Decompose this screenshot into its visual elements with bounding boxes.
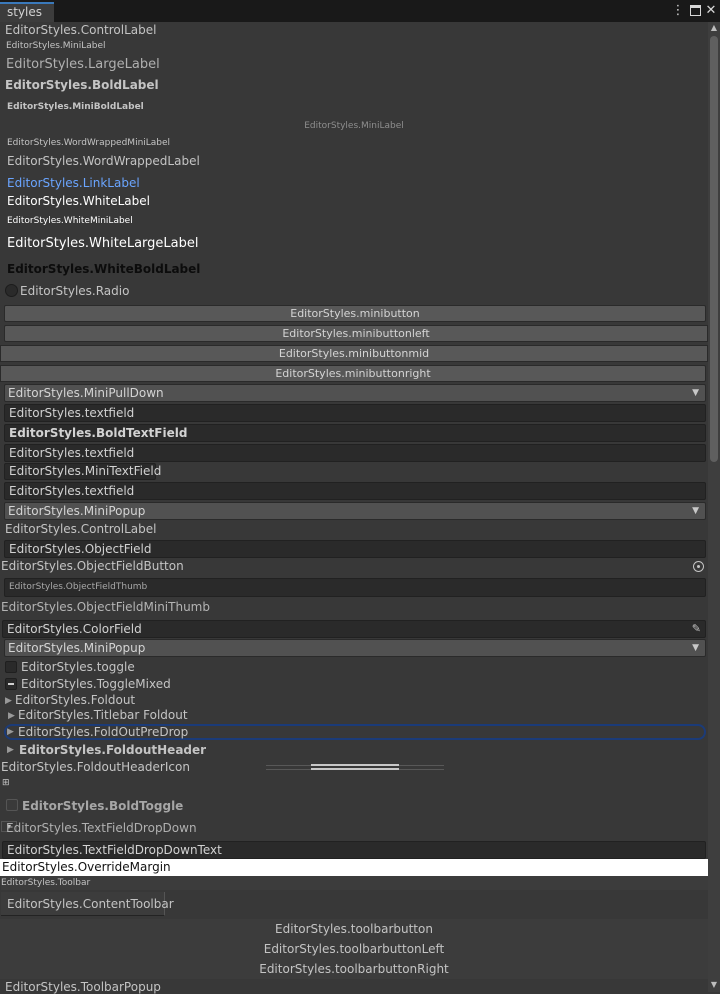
scroll-down-icon[interactable]: ▼ [708,980,720,989]
link-label[interactable]: EditorStyles.LinkLabel [7,176,140,190]
object-field-mini-thumb[interactable]: EditorStyles.ObjectFieldMiniThumb [1,600,210,614]
centered-mini-label: EditorStyles.MiniLabel [304,121,404,131]
foldout-header-label[interactable]: EditorStyles.FoldoutHeader [19,743,206,757]
mini-popup[interactable]: EditorStyles.MiniPopup ▼ [4,502,706,520]
control-label: EditorStyles.ControlLabel [5,522,157,536]
vertical-scrollbar[interactable]: ▲ ▼ [708,22,720,992]
mini-pulldown[interactable]: EditorStyles.MiniPullDown ▼ [4,384,706,402]
toolbar-button-left[interactable]: EditorStyles.toolbarbuttonLeft [0,939,708,959]
eyedropper-icon[interactable]: ✎ [692,621,701,637]
color-field-label: EditorStyles.ColorField [7,622,142,636]
tab-styles[interactable]: styles [0,2,54,22]
mini-label: EditorStyles.MiniLabel [6,41,106,51]
scrollbar-thumb[interactable] [710,36,718,462]
foldout-header-icon-label: EditorStyles.FoldoutHeaderIcon [1,760,190,774]
mini-pulldown-label: EditorStyles.MiniPullDown [8,386,164,400]
word-wrapped-label: EditorStyles.WordWrappedLabel [7,154,200,168]
maximize-icon[interactable] [688,3,702,19]
control-label: EditorStyles.ControlLabel [5,23,157,37]
bold-label: EditorStyles.BoldLabel [5,78,159,92]
object-field-thumb[interactable]: EditorStyles.ObjectFieldThumb [4,578,706,597]
minibutton[interactable]: EditorStyles.minibutton [4,305,706,322]
toolbar: EditorStyles.Toolbar [1,876,709,890]
textfield-dropdown-label[interactable]: EditorStyles.TextFieldDropDown [6,821,197,835]
kebab-menu-icon[interactable]: ⋮ [671,3,685,19]
textfield[interactable]: EditorStyles.textfield [4,444,706,462]
mini-popup-label: EditorStyles.MiniPopup [8,504,146,518]
object-field-button[interactable]: EditorStyles.ObjectFieldButton [1,559,184,573]
mini-bold-label: EditorStyles.MiniBoldLabel [7,102,144,112]
white-bold-label: EditorStyles.WhiteBoldLabel [7,262,201,276]
toggle-mixed-checkbox[interactable] [5,678,17,690]
styles-content: EditorStyles.ControlLabel EditorStyles.M… [0,22,720,994]
scroll-up-icon[interactable]: ▲ [708,23,720,32]
foldout-header-icon[interactable]: ⊞ [2,778,14,788]
white-mini-label: EditorStyles.WhiteMiniLabel [7,216,133,226]
content-toolbar: EditorStyles.ContentToolbar [1,892,174,916]
toolbar-button-right[interactable]: EditorStyles.toolbarbuttonRight [0,959,708,979]
toolbar-button[interactable]: EditorStyles.toolbarbutton [0,919,708,939]
separator-lines [266,764,444,772]
bold-toggle-checkbox[interactable] [6,799,18,811]
foldout-header-arrow-icon[interactable]: ▶ [7,745,14,755]
object-picker-icon[interactable] [693,561,704,572]
foldout-arrow-icon[interactable]: ▶ [8,711,15,721]
toggle-label: EditorStyles.toggle [21,660,135,674]
tab-title: styles [7,5,43,19]
foldout-arrow-icon[interactable]: ▶ [5,696,12,706]
close-icon[interactable]: ✕ [704,3,718,19]
textfield-dropdown-text[interactable]: EditorStyles.TextFieldDropDownText [2,841,706,859]
mini-popup-label: EditorStyles.MiniPopup [8,641,146,655]
large-label: EditorStyles.LargeLabel [6,57,160,72]
minibutton-mid[interactable]: EditorStyles.minibuttonmid [0,345,708,362]
minibutton-right[interactable]: EditorStyles.minibuttonright [0,365,706,382]
dropdown-arrow-icon: ▼ [692,643,699,653]
foldout-arrow-icon[interactable]: ▶ [7,727,14,737]
bold-textfield[interactable]: EditorStyles.BoldTextField [4,424,706,442]
mini-textfield[interactable]: EditorStyles.MiniTextField [4,463,161,480]
foldout-predrop-label[interactable]: EditorStyles.FoldOutPreDrop [18,725,188,739]
dropdown-arrow-icon: ▼ [692,388,699,398]
textfield[interactable]: EditorStyles.textfield [4,404,706,422]
toggle-checkbox[interactable] [5,661,17,673]
window-titlebar: styles ⋮ ✕ [0,0,720,22]
radio-label: EditorStyles.Radio [20,284,130,298]
white-large-label: EditorStyles.WhiteLargeLabel [7,236,199,251]
color-field[interactable]: EditorStyles.ColorField ✎ [2,620,706,638]
titlebar-foldout-label[interactable]: EditorStyles.Titlebar Foldout [18,708,188,722]
toggle-mixed-label: EditorStyles.ToggleMixed [21,677,171,691]
mini-popup[interactable]: EditorStyles.MiniPopup ▼ [4,639,706,657]
textfield[interactable]: EditorStyles.textfield [4,482,706,500]
white-label: EditorStyles.WhiteLabel [7,194,150,208]
word-wrapped-mini-label: EditorStyles.WordWrappedMiniLabel [7,138,171,148]
foldout-label[interactable]: EditorStyles.Foldout [15,693,135,707]
override-margin: EditorStyles.OverrideMargin [0,859,708,876]
object-field[interactable]: EditorStyles.ObjectField [4,540,706,558]
radio-button[interactable] [5,284,18,297]
minibutton-left[interactable]: EditorStyles.minibuttonleft [4,325,708,342]
dropdown-arrow-icon: ▼ [692,506,699,516]
bold-toggle-label[interactable]: EditorStyles.BoldToggle [22,799,183,813]
